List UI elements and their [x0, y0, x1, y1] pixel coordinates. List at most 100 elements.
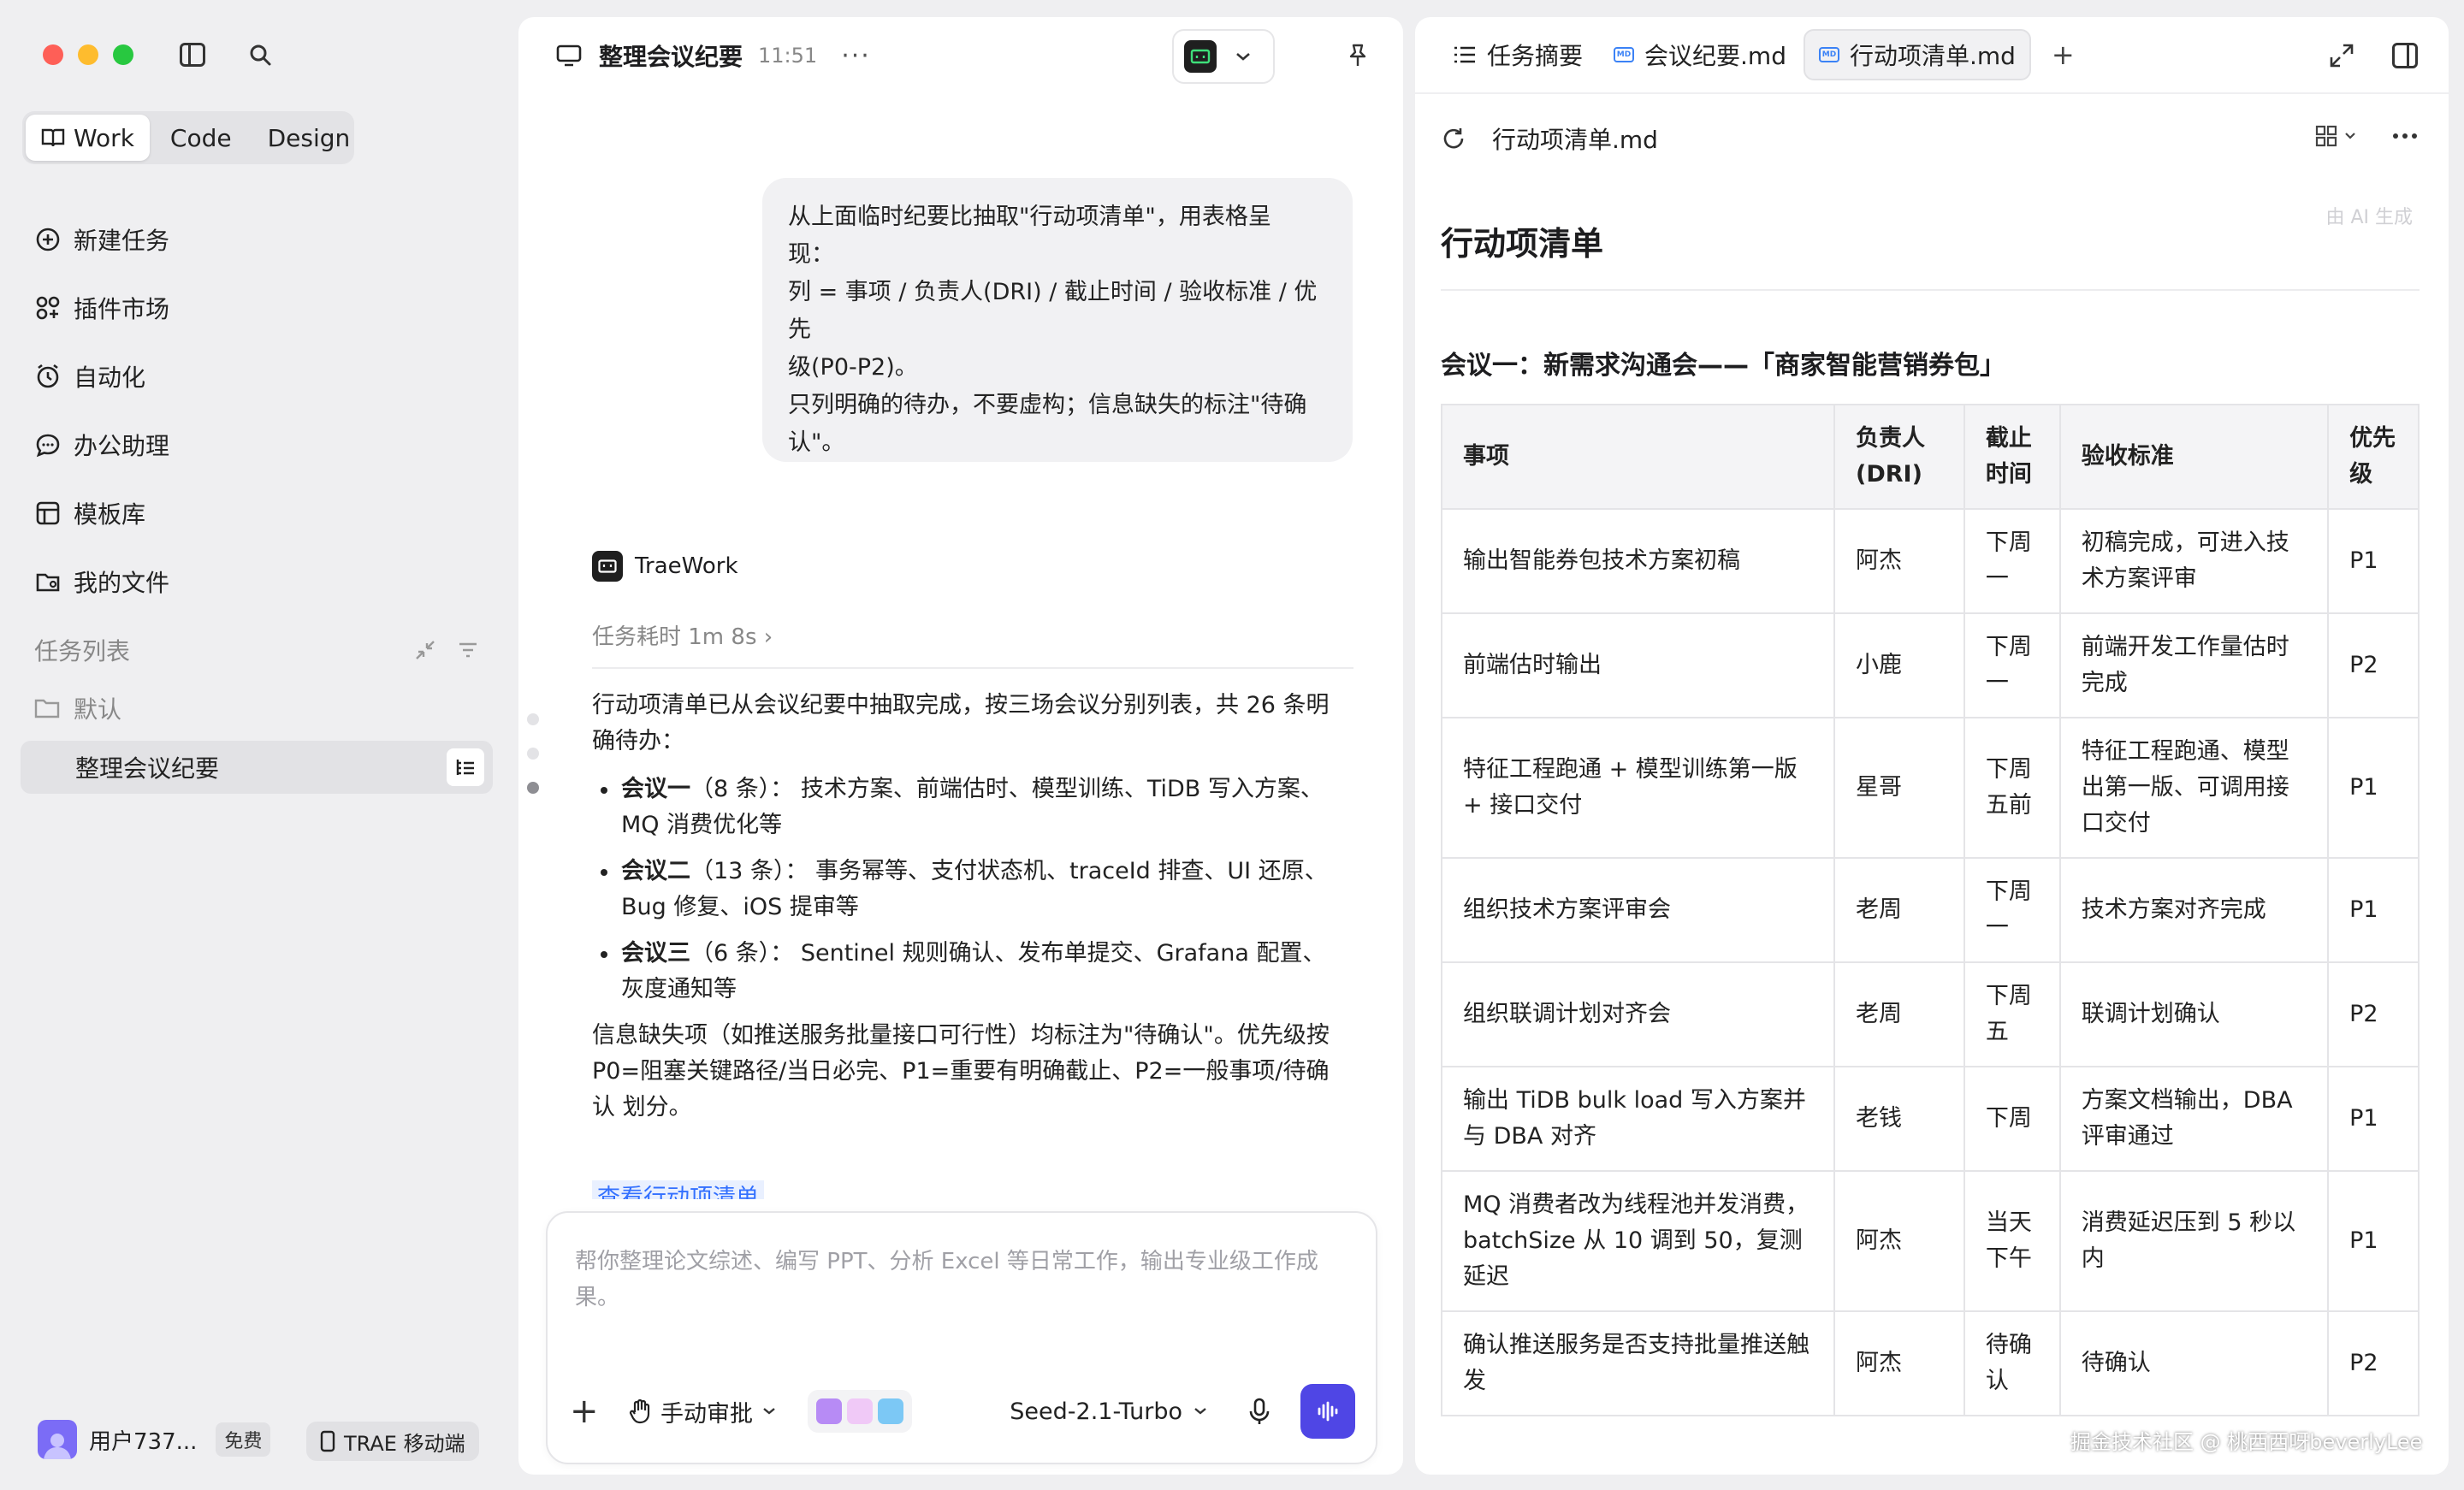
table-cell: 当天下午 [1963, 1170, 2061, 1312]
sidebar-item-new-task[interactable]: 新建任务 [34, 205, 169, 274]
column-header: 截止时间 [1963, 404, 2061, 510]
user-message-line: 只列明确的待办，不要虚构；信息缺失的标注"待确 [788, 392, 1307, 418]
expand-icon[interactable] [2329, 43, 2354, 68]
bot-header: TraeWork [592, 551, 738, 582]
voice-send-button[interactable] [1300, 1384, 1355, 1439]
column-header: 优先级 [2327, 404, 2420, 510]
view-action-items-link[interactable]: 查看行动项清单 [592, 1180, 764, 1199]
mobile-app-button[interactable]: TRAE 移动端 [306, 1422, 479, 1461]
mode-switcher: Work Code Design [22, 111, 354, 164]
user-message-line: 级(P0-P2)。 [788, 354, 918, 381]
mode-tab-label: Design [267, 123, 351, 152]
tab-task-summary[interactable]: 任务摘要 [1439, 29, 1596, 80]
task-list-header: 任务列表 [34, 633, 479, 667]
table-cell: 组织技术方案评审会 [1440, 857, 1836, 963]
table-cell: P2 [2327, 961, 2420, 1067]
tab-action-items[interactable]: MD 行动项清单.md [1803, 29, 2031, 80]
table-cell: 阿杰 [1833, 508, 1965, 614]
chevron-down-icon [1236, 53, 1250, 61]
table-cell: 技术方案对齐完成 [2058, 857, 2330, 963]
more-icon[interactable]: ··· [841, 41, 871, 71]
share-tool-icon[interactable] [878, 1398, 903, 1424]
mode-tab-design[interactable]: Design [252, 115, 366, 161]
anchor-dot[interactable] [527, 748, 539, 760]
user-message-line: 从上面临时纪要比抽取"行动项清单"，用表格呈 [788, 204, 1271, 230]
bot-answer: 行动项清单已从会议纪要中抽取完成，按三场会议分别列表，共 26 条明确待办： 会… [592, 688, 1345, 1126]
table-cell: 星哥 [1833, 717, 1965, 859]
panel-toggle-icon[interactable] [2392, 43, 2418, 68]
agent-selector[interactable] [1172, 29, 1275, 84]
composer-input[interactable]: 帮你整理论文综述、编写 PPT、分析 Excel 等日常工作，输出专业级工作成果… [575, 1244, 1345, 1316]
tab-meeting-notes[interactable]: MD 会议纪要.md [1600, 29, 1800, 80]
close-window-button[interactable] [43, 44, 63, 65]
chevron-down-icon [1194, 1408, 1206, 1415]
more-icon[interactable] [2392, 133, 2418, 139]
divider [592, 667, 1353, 669]
folder-default[interactable]: 默认 [34, 691, 121, 725]
plugin-icon [36, 296, 60, 320]
chat-panel: 整理会议纪要 11:51 ··· 从上面临时纪要比抽取"行动项清单"，用表格呈 … [518, 17, 1403, 1475]
user-name: 用户737... [89, 1428, 198, 1455]
bot-name: TraeWork [635, 553, 738, 579]
task-item-active[interactable]: 整理会议纪要 [21, 741, 493, 794]
table-row: 确认推送服务是否支持批量推送触发 阿杰 待确认 待确认 P2 [1440, 1310, 2420, 1416]
filter-icon[interactable] [457, 639, 479, 661]
bot-logo-icon [592, 551, 623, 582]
microphone-icon[interactable] [1242, 1394, 1276, 1428]
mode-tab-work[interactable]: Work [26, 115, 150, 161]
task-duration[interactable]: 任务耗时 1m 8s › [592, 619, 773, 651]
mode-tab-code[interactable]: Code [155, 115, 247, 161]
document-filename: 行动项清单.md [1492, 126, 1658, 154]
list-item: 会议一（8 条）： 技术方案、前端估时、模型训练、TiDB 写入方案、MQ 消费… [592, 772, 1345, 843]
table-cell: 下周一 [1963, 857, 2061, 963]
tool-shortcuts[interactable] [808, 1390, 912, 1433]
bullet-title: 会议三 [621, 940, 690, 967]
model-dropdown[interactable]: Seed-2.1-Turbo [1010, 1398, 1208, 1425]
table-cell: 下周一 [1963, 612, 2061, 718]
sidebar-item-label: 我的文件 [74, 569, 170, 597]
search-icon[interactable] [248, 43, 272, 67]
table-cell: P1 [2327, 508, 2420, 614]
add-tab-button[interactable]: + [2052, 38, 2075, 71]
refresh-icon[interactable] [1441, 126, 1466, 151]
table-cell: 小鹿 [1833, 612, 1965, 718]
table-cell: P1 [2327, 717, 2420, 859]
approval-mode-dropdown[interactable]: 手动审批 [628, 1395, 777, 1428]
pin-icon[interactable] [1345, 43, 1371, 68]
anchor-dot-active[interactable] [527, 782, 539, 794]
table-header-row: 事项 负责人(DRI) 截止时间 验收标准 优先级 [1440, 404, 2420, 510]
sidebar-item-my-files[interactable]: 我的文件 [34, 547, 169, 616]
table-cell: 确认推送服务是否支持批量推送触发 [1440, 1310, 1836, 1416]
maximize-window-button[interactable] [113, 44, 133, 65]
answer-list: 会议一（8 条）： 技术方案、前端估时、模型训练、TiDB 写入方案、MQ 消费… [592, 772, 1345, 1008]
anchor-dot[interactable] [527, 713, 539, 725]
markdown-file-icon: MD [1614, 47, 1635, 62]
hand-icon [629, 1398, 650, 1424]
sidebar-toggle-icon[interactable] [180, 43, 205, 67]
composer-toolbar: + 手动审批 Seed-2.1-Turbo [570, 1381, 1355, 1442]
sidebar-item-templates[interactable]: 模板库 [34, 479, 169, 547]
table-cell: P2 [2327, 612, 2420, 718]
sidebar-item-automation[interactable]: 自动化 [34, 342, 169, 411]
folder-user-icon [36, 573, 60, 592]
video-tool-icon[interactable] [816, 1398, 842, 1424]
image-tool-icon[interactable] [847, 1398, 873, 1424]
minimize-window-button[interactable] [78, 44, 98, 65]
tab-label: 任务摘要 [1487, 42, 1584, 70]
document-heading: 行动项清单 [1441, 197, 2420, 291]
table-cell: 联调计划确认 [2058, 961, 2330, 1067]
user-profile[interactable]: 用户737... 免费 [38, 1420, 271, 1459]
user-message: 从上面临时纪要比抽取"行动项清单"，用表格呈 现： 列 = 事项 / 负责人(D… [762, 178, 1353, 462]
table-cell: MQ 消费者改为线程池并发消费，batchSize 从 10 调到 50，复测延… [1440, 1170, 1836, 1312]
view-mode-icon[interactable] [2315, 125, 2358, 147]
clock-icon [37, 364, 59, 388]
bullet-title: 会议一 [621, 776, 690, 802]
document-panel: 任务摘要 MD 会议纪要.md MD 行动项清单.md + 行动项清单.md 由… [1415, 17, 2449, 1475]
sidebar-item-office-assistant[interactable]: 办公助理 [34, 411, 169, 479]
add-attachment-button[interactable]: + [570, 1392, 618, 1431]
collapse-icon[interactable] [414, 639, 436, 661]
task-outline-button[interactable] [447, 748, 484, 786]
column-header: 事项 [1440, 404, 1836, 510]
sidebar-item-plugins[interactable]: 插件市场 [34, 274, 169, 342]
table-row: 前端估时输出 小鹿 下周一 前端开发工作量估时完成 P2 [1440, 612, 2420, 718]
